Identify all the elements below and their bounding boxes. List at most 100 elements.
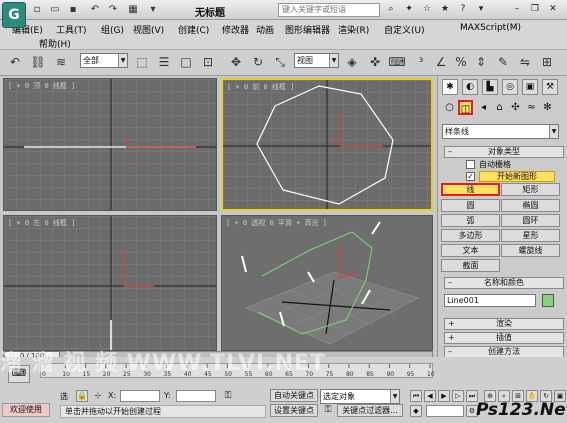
bind-space-warp-icon[interactable]: ≋: [52, 53, 70, 71]
viewport-label-left[interactable]: [ + 0 左 0 线框 ]: [8, 218, 75, 228]
angle-snap-icon[interactable]: ∠: [432, 53, 450, 71]
object-name-input[interactable]: Line001: [444, 294, 536, 307]
select-object-icon[interactable]: ⬚: [133, 53, 151, 71]
circle-button[interactable]: 圆: [441, 199, 500, 212]
display-tab-icon[interactable]: ▣: [522, 79, 538, 95]
redo-icon[interactable]: ↷: [106, 3, 120, 16]
open-file-icon[interactable]: ▭: [48, 3, 62, 16]
save-icon[interactable]: ▪: [66, 3, 80, 16]
play-icon[interactable]: ▶: [438, 390, 450, 402]
viewport-label-front[interactable]: [ + 0 前 0 线框 ]: [227, 82, 294, 92]
geometry-icon[interactable]: ○: [442, 100, 457, 115]
absolute-mode-icon[interactable]: ⊹: [92, 390, 104, 402]
helix-button[interactable]: 螺旋线: [501, 244, 560, 257]
motion-tab-icon[interactable]: ◎: [502, 79, 518, 95]
viewport-label-perspective[interactable]: [ + 0 透视 0 平滑 + 高光 ]: [226, 218, 327, 228]
window-crossing-icon[interactable]: ⊡: [199, 53, 217, 71]
viewport-front[interactable]: x [ + 0 前 0 线框 ]: [221, 78, 433, 211]
ngon-button[interactable]: 多边形: [441, 229, 500, 242]
lock-selection-icon[interactable]: 🔒: [76, 390, 88, 402]
spinner-snap-icon[interactable]: ⇕: [472, 53, 490, 71]
previous-frame-icon[interactable]: ◀: [424, 390, 436, 402]
systems-icon[interactable]: ✻: [540, 100, 555, 115]
object-color-swatch[interactable]: [542, 294, 554, 307]
auto-key-button[interactable]: 自动关键点: [270, 389, 318, 402]
autogrid-checkbox[interactable]: [466, 160, 475, 169]
app-logo-icon[interactable]: G: [2, 2, 26, 28]
modify-tab-icon[interactable]: ◐: [462, 79, 478, 95]
keyboard-shortcut-icon[interactable]: ⌨: [388, 53, 406, 71]
current-frame-input[interactable]: [426, 405, 464, 417]
rectangle-button[interactable]: 矩形: [501, 183, 560, 196]
named-selection-icon[interactable]: ✎: [494, 53, 512, 71]
menu-views[interactable]: 视图(V): [133, 23, 164, 36]
quick-access-dropdown-icon[interactable]: ▾: [146, 3, 160, 16]
close-icon[interactable]: ✕: [546, 3, 560, 16]
communication-icon[interactable]: ☆: [420, 3, 434, 16]
menu-customize[interactable]: 自定义(U): [384, 23, 425, 36]
search-input[interactable]: 键入关键字或短语: [278, 3, 380, 17]
space-warps-icon[interactable]: ≈: [524, 100, 539, 115]
mirror-icon[interactable]: ⇋: [516, 53, 534, 71]
key-icon[interactable]: ⚿: [220, 390, 236, 402]
cameras-icon[interactable]: ⌂: [492, 100, 507, 115]
snap-3d-icon[interactable]: ³: [412, 53, 430, 71]
move-icon[interactable]: ✥: [227, 53, 245, 71]
select-by-name-icon[interactable]: ☰: [155, 53, 173, 71]
y-coordinate-input[interactable]: [176, 390, 216, 402]
object-type-rollout[interactable]: – 对象类型: [444, 146, 564, 158]
undo-toolbar-icon[interactable]: ↶: [6, 53, 24, 71]
help-dropdown-icon[interactable]: ▾: [474, 3, 488, 16]
project-icon[interactable]: ▦: [126, 3, 140, 16]
key-filters-button[interactable]: 关键点过滤器...: [337, 404, 403, 417]
selection-filter-dropdown[interactable]: 全部 ▼: [80, 53, 128, 68]
new-file-icon[interactable]: ▫: [30, 3, 44, 16]
text-button[interactable]: 文本: [441, 244, 500, 257]
rotate-icon[interactable]: ↻: [249, 53, 267, 71]
reference-coord-dropdown[interactable]: 视图 ▼: [294, 53, 339, 68]
utilities-tab-icon[interactable]: ⚒: [542, 79, 558, 95]
select-link-icon[interactable]: ⛓: [29, 53, 47, 71]
select-manipulate-icon[interactable]: ✜: [366, 53, 384, 71]
arc-button[interactable]: 弧: [441, 214, 500, 227]
favorites-icon[interactable]: ★: [438, 3, 452, 16]
viewport-perspective[interactable]: [ + 0 透视 0 平滑 + 高光 ]: [221, 215, 433, 351]
pivot-center-icon[interactable]: ◈: [343, 53, 361, 71]
name-color-rollout[interactable]: – 名称和颜色: [444, 277, 564, 289]
hierarchy-tab-icon[interactable]: ▙: [482, 79, 498, 95]
viewport-top[interactable]: x [ + 0 顶 0 线框 ]: [3, 78, 217, 211]
undo-icon[interactable]: ↶: [88, 3, 102, 16]
donut-button[interactable]: 圆环: [501, 214, 560, 227]
start-new-shape-button[interactable]: 开始新图形: [479, 171, 555, 182]
set-key-button[interactable]: 设置关键点: [270, 404, 318, 417]
next-frame-icon[interactable]: ▷: [452, 390, 464, 402]
percent-snap-icon[interactable]: %: [452, 53, 470, 71]
menu-animation[interactable]: 动画: [256, 23, 274, 36]
search-icon[interactable]: ⌕: [384, 3, 398, 16]
start-new-shape-checkbox[interactable]: ✓: [466, 172, 475, 181]
help-icon[interactable]: ?: [456, 3, 470, 16]
menu-graph-editors[interactable]: 图形编辑器: [285, 23, 330, 36]
menu-help[interactable]: 帮助(H): [39, 37, 71, 50]
menu-rendering[interactable]: 渲染(R): [338, 23, 369, 36]
section-button[interactable]: 截面: [441, 259, 500, 272]
menu-create[interactable]: 创建(C): [178, 23, 209, 36]
line-button[interactable]: 线: [441, 183, 500, 196]
star-button[interactable]: 星形: [501, 229, 560, 242]
rendering-rollout[interactable]: + 渲染: [444, 318, 564, 330]
viewport-left[interactable]: [ + 0 左 0 线框 ]: [3, 215, 217, 351]
viewport-label-top[interactable]: [ + 0 顶 0 线框 ]: [8, 81, 75, 91]
x-coordinate-input[interactable]: [120, 390, 160, 402]
go-to-start-icon[interactable]: ⏮: [410, 390, 422, 402]
menu-maxscript[interactable]: MAXScript(M): [460, 23, 521, 33]
rect-selection-icon[interactable]: □: [177, 53, 195, 71]
align-icon[interactable]: ⊞: [538, 53, 556, 71]
interpolation-rollout[interactable]: + 插值: [444, 332, 564, 344]
create-tab-icon[interactable]: ✱: [442, 79, 458, 95]
menu-modifiers[interactable]: 修改器: [222, 23, 249, 36]
lights-icon[interactable]: ◂: [476, 100, 491, 115]
minimize-icon[interactable]: –: [510, 3, 524, 16]
subscription-icon[interactable]: ✦: [402, 3, 416, 16]
shapes-icon[interactable]: ◫: [458, 100, 473, 115]
scale-icon[interactable]: ⤡: [271, 53, 289, 71]
